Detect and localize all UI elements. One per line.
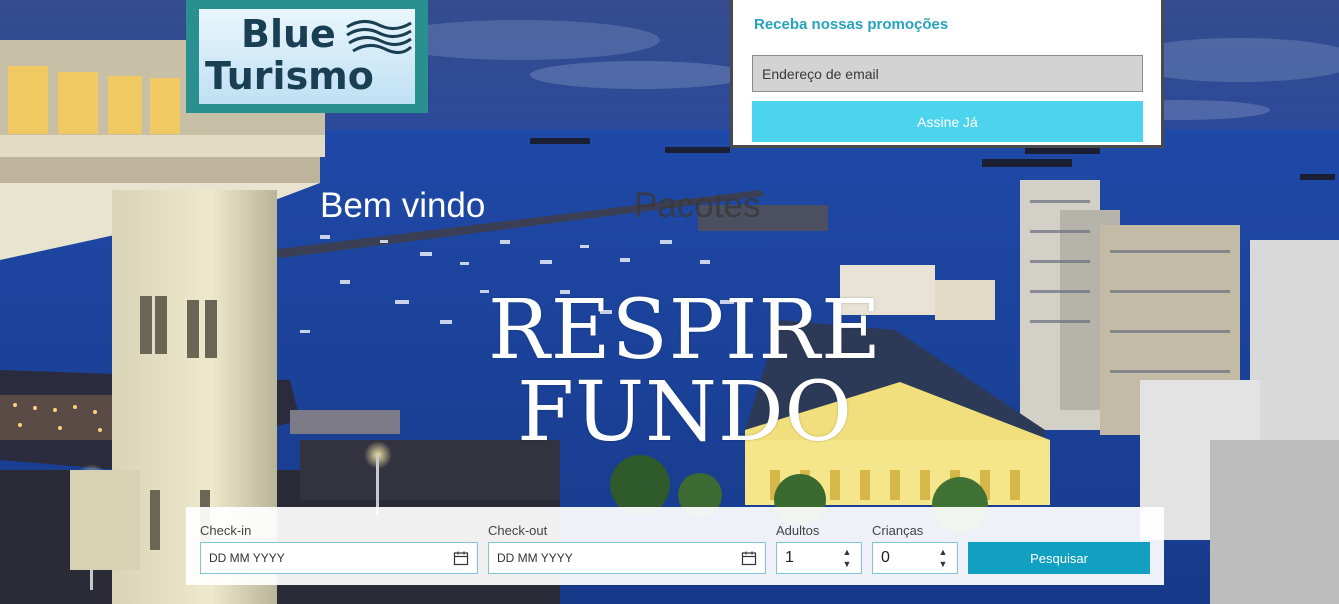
down-arrow-icon[interactable]: ▼ — [841, 558, 853, 570]
up-arrow-icon[interactable]: ▲ — [937, 546, 949, 558]
down-arrow-icon[interactable]: ▼ — [937, 558, 949, 570]
checkout-date-field[interactable]: DD MM YYYY — [488, 542, 766, 574]
checkin-label: Check-in — [200, 523, 252, 538]
adults-value: 1 — [785, 549, 794, 566]
calendar-icon[interactable] — [741, 550, 757, 566]
subscribe-button[interactable]: Assine Já — [752, 101, 1143, 142]
calendar-icon[interactable] — [453, 550, 469, 566]
adults-label: Adultos — [776, 523, 820, 538]
logo-text-blue: Blue — [241, 12, 336, 56]
email-field[interactable] — [752, 55, 1143, 92]
children-value: 0 — [881, 549, 890, 566]
adults-stepper-controls[interactable]: ▲ ▼ — [841, 543, 853, 573]
headline-line-2: FUNDO — [517, 365, 853, 460]
logo-panel: Blue Turismo — [199, 9, 415, 104]
checkout-label: Check-out — [488, 523, 548, 538]
children-stepper[interactable]: 0 ▲ ▼ — [872, 542, 958, 574]
newsletter-box: Receba nossas promoções Assine Já — [730, 0, 1164, 148]
up-arrow-icon[interactable]: ▲ — [841, 546, 853, 558]
site-logo[interactable]: Blue Turismo — [186, 0, 428, 113]
wave-icon — [346, 20, 413, 54]
children-label: Crianças — [872, 523, 924, 538]
headline-line-1: RESPIRE — [488, 283, 882, 378]
checkin-date-field[interactable]: DD MM YYYY — [200, 542, 478, 574]
children-stepper-controls[interactable]: ▲ ▼ — [937, 543, 949, 573]
nav-link-welcome[interactable]: Bem vindo — [320, 186, 485, 226]
search-button[interactable]: Pesquisar — [968, 542, 1150, 574]
adults-stepper[interactable]: 1 ▲ ▼ — [776, 542, 862, 574]
checkout-value: DD MM YYYY — [497, 551, 573, 565]
hero-headline: RESPIRE FUNDO — [470, 290, 900, 454]
checkin-value: DD MM YYYY — [209, 551, 285, 565]
logo-text-turismo: Turismo — [205, 54, 374, 98]
booking-search-bar: Check-in DD MM YYYY Check-out DD MM YYYY… — [186, 507, 1164, 585]
nav-link-packages[interactable]: Pacotes — [634, 186, 760, 226]
newsletter-title: Receba nossas promoções — [754, 16, 949, 33]
